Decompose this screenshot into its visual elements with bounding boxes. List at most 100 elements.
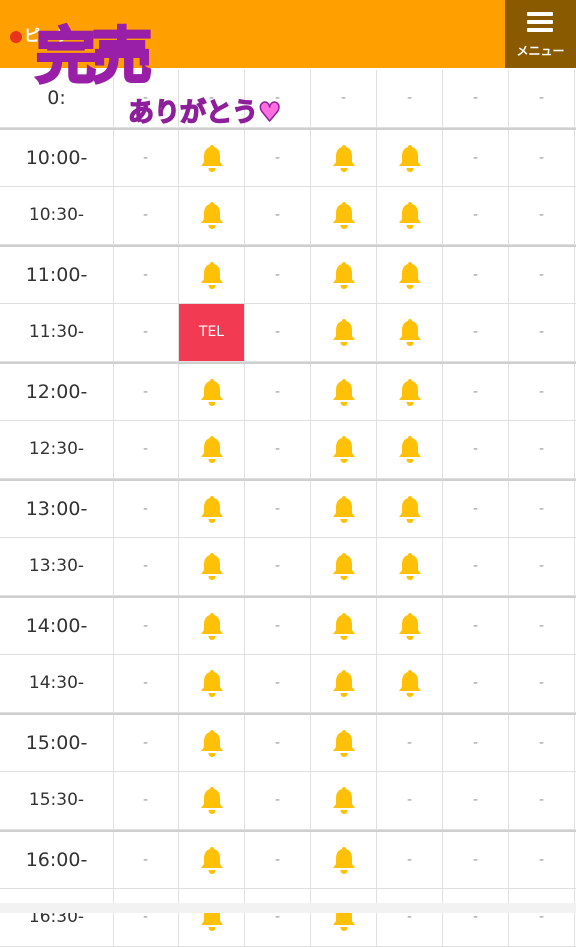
reserve-bell-cell[interactable] <box>179 831 245 888</box>
reserve-bell-cell[interactable] <box>179 714 245 771</box>
reserve-bell-cell[interactable] <box>311 831 377 888</box>
reserve-bell-cell[interactable] <box>179 421 245 478</box>
unavailable-cell: - <box>443 714 509 771</box>
bell-icon <box>200 787 223 815</box>
reserve-bell-cell[interactable] <box>377 187 443 244</box>
reserve-bell-cell[interactable] <box>377 129 443 186</box>
unavailable-cell: - <box>377 714 443 771</box>
unavailable-cell: - <box>245 538 311 595</box>
reserve-bell-cell[interactable] <box>377 480 443 537</box>
unavailable-cell: - <box>113 304 179 361</box>
reserve-bell-cell[interactable] <box>377 246 443 303</box>
table-row: 16:30- - - - - - <box>0 889 576 947</box>
unavailable-cell: - <box>245 480 311 537</box>
sold-out-text: 完売 <box>35 21 154 94</box>
reserve-bell-cell[interactable] <box>377 363 443 420</box>
reserve-bell-cell[interactable] <box>311 363 377 420</box>
reserve-bell-cell[interactable] <box>179 597 245 654</box>
reserve-bell-cell[interactable] <box>377 538 443 595</box>
reserve-bell-cell[interactable] <box>311 421 377 478</box>
reserve-bell-cell[interactable] <box>179 538 245 595</box>
reserve-bell-cell[interactable] <box>377 597 443 654</box>
unavailable-cell: - <box>245 421 311 478</box>
table-row: 13:00- - - - - <box>0 478 576 538</box>
unavailable-cell: - <box>245 363 311 420</box>
bell-icon <box>332 144 355 172</box>
reserve-bell-cell[interactable] <box>179 655 245 712</box>
table-row: 12:30- - - - - <box>0 421 576 479</box>
bell-icon <box>200 553 223 581</box>
time-label: 14:30- <box>0 655 114 712</box>
bell-icon <box>398 144 421 172</box>
bell-icon <box>332 319 355 347</box>
reserve-bell-cell[interactable] <box>311 772 377 829</box>
tel-button[interactable]: TEL <box>179 304 245 361</box>
unavailable-cell: - <box>443 187 509 244</box>
reserve-bell-cell[interactable] <box>311 538 377 595</box>
unavailable-cell: - <box>509 597 575 654</box>
reserve-bell-cell[interactable] <box>377 655 443 712</box>
bell-icon <box>200 846 223 874</box>
time-label: 15:30- <box>0 772 114 829</box>
hamburger-icon <box>527 12 553 36</box>
reserve-bell-cell[interactable] <box>179 772 245 829</box>
reserve-bell-cell[interactable] <box>179 480 245 537</box>
bell-icon <box>398 319 421 347</box>
bell-icon <box>398 436 421 464</box>
reserve-bell-cell[interactable] <box>179 187 245 244</box>
reserve-bell-cell[interactable] <box>377 304 443 361</box>
unavailable-cell: - <box>443 772 509 829</box>
reserve-bell-cell[interactable] <box>179 246 245 303</box>
time-label: 12:00- <box>0 363 114 420</box>
reserve-bell-cell[interactable] <box>311 129 377 186</box>
bell-icon <box>332 261 355 289</box>
unavailable-cell: - <box>113 597 179 654</box>
bell-icon <box>398 202 421 230</box>
unavailable-cell: - <box>113 772 179 829</box>
reserve-bell-cell[interactable] <box>179 889 245 946</box>
unavailable-cell: - <box>113 538 179 595</box>
unavailable-cell: - <box>113 889 179 946</box>
time-label: 11:30- <box>0 304 114 361</box>
reserve-bell-cell[interactable] <box>311 187 377 244</box>
bell-icon <box>398 553 421 581</box>
reserve-bell-cell[interactable] <box>311 714 377 771</box>
time-label: 16:30- <box>0 889 114 946</box>
unavailable-cell: - <box>245 889 311 946</box>
unavailable-cell: - <box>443 304 509 361</box>
table-row: 15:30- - - - - - <box>0 772 576 830</box>
bell-icon <box>332 378 355 406</box>
reserve-bell-cell[interactable] <box>377 421 443 478</box>
reserve-bell-cell[interactable] <box>311 597 377 654</box>
bell-icon <box>332 495 355 523</box>
unavailable-cell: - <box>377 70 443 127</box>
unavailable-cell: - <box>509 772 575 829</box>
reserve-bell-cell[interactable] <box>179 363 245 420</box>
bell-icon <box>332 729 355 757</box>
unavailable-cell: - <box>377 772 443 829</box>
menu-button[interactable]: メニュー <box>505 0 576 68</box>
bell-icon <box>200 612 223 640</box>
unavailable-cell: - <box>509 246 575 303</box>
unavailable-cell: - <box>311 70 377 127</box>
unavailable-cell: - <box>509 129 575 186</box>
bell-icon <box>332 670 355 698</box>
reserve-bell-cell[interactable] <box>311 246 377 303</box>
unavailable-cell: - <box>443 480 509 537</box>
reserve-bell-cell[interactable] <box>311 304 377 361</box>
unavailable-cell: - <box>509 655 575 712</box>
reserve-bell-cell[interactable] <box>311 655 377 712</box>
unavailable-cell: - <box>245 714 311 771</box>
table-row: 14:00- - - - - <box>0 595 576 655</box>
unavailable-cell: - <box>245 246 311 303</box>
reserve-bell-cell[interactable] <box>311 889 377 946</box>
unavailable-cell: - <box>443 421 509 478</box>
reserve-bell-cell[interactable] <box>311 480 377 537</box>
table-row: 12:00- - - - - <box>0 361 576 421</box>
unavailable-cell: - <box>509 421 575 478</box>
page-bottom-strip <box>0 903 576 913</box>
peach-icon <box>10 30 22 43</box>
thank-you-text: ありがとう♥ <box>127 97 282 129</box>
time-label: 16:00- <box>0 831 114 888</box>
bell-icon <box>200 144 223 172</box>
